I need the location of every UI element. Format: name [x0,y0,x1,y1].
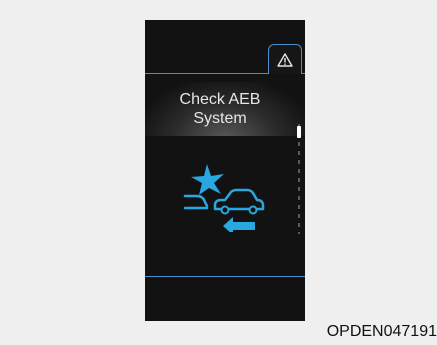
warning-triangle-icon [277,52,293,67]
scrollbar-track[interactable] [298,124,300,234]
warning-message: Check AEB System [145,90,295,128]
cluster-display: Check AEB System [145,20,305,321]
own-car-icon [183,194,209,210]
warning-tab [268,44,302,74]
warning-message-line2: System [193,110,247,127]
image-caption: OPDEN047191 [326,323,437,340]
scrollbar-thumb[interactable] [297,126,301,138]
front-car-icon [213,188,265,211]
arrow-left-icon [223,217,255,232]
aeb-collision-icon [183,164,265,232]
top-frame-line [145,73,269,74]
warning-message-line1: Check AEB [179,91,261,108]
bottom-frame-line [145,276,305,277]
collision-star-icon [191,164,224,195]
